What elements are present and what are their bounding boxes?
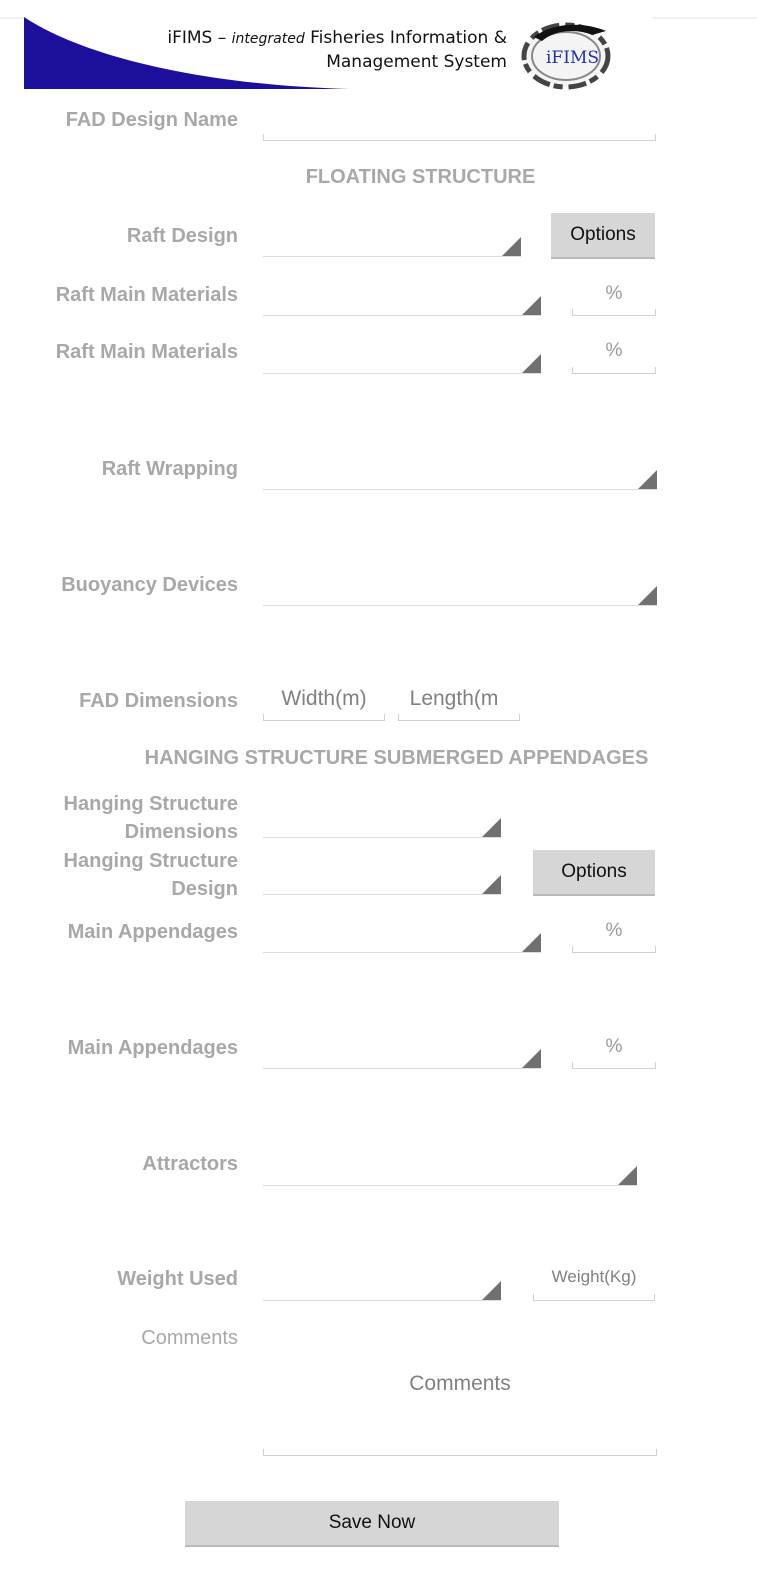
dropdown-arrow-icon [502,237,521,256]
main-appendages-1-percent-input[interactable] [572,946,656,953]
attractors-label: Attractors [142,1153,238,1175]
weight-placeholder: Weight(Kg) [551,1267,637,1286]
hanging-structure-dimensions-label: Hanging Structure Dimensions [63,793,238,843]
comments-label: Comments [141,1327,238,1349]
dropdown-arrow-icon [618,1166,637,1185]
dropdown-arrow-icon [482,1281,501,1300]
fad-design-name-input[interactable] [263,134,656,141]
raft-main-materials-2-label: Raft Main Materials [55,341,238,363]
raft-design-dropdown[interactable] [263,237,521,257]
raft-wrapping-label: Raft Wrapping [101,458,238,480]
raft-main-materials-1-percent-input[interactable] [572,309,656,316]
hanging-structure-dimensions-dropdown[interactable] [263,818,501,838]
width-input[interactable] [263,714,385,721]
raft-main-materials-1-dropdown[interactable] [263,296,541,316]
weight-used-label: Weight Used [117,1268,238,1290]
svg-text:iFIMS: iFIMS [546,48,599,68]
dropdown-arrow-icon [522,1049,541,1068]
buoyancy-devices-label: Buoyancy Devices [61,574,238,596]
ifims-logo: iFIMS [512,15,620,93]
raft-design-options-button[interactable]: Options [551,213,655,259]
dropdown-arrow-icon [522,354,541,373]
hanging-structure-options-button[interactable]: Options [533,850,655,896]
main-appendages-2-percent-placeholder: % [605,1036,623,1057]
main-appendages-2-percent-input[interactable] [572,1062,656,1069]
length-input[interactable] [398,714,520,721]
hanging-structure-heading: HANGING STRUCTURE SUBMERGED APPENDAGES [144,747,649,769]
save-now-button[interactable]: Save Now [185,1501,559,1547]
hanging-structure-design-dropdown[interactable] [263,875,501,895]
app-title: iFIMS – integrated Fisheries Information… [167,28,507,72]
app-banner: iFIMS – integrated Fisheries Information… [24,17,652,91]
hanging-structure-design-label: Hanging Structure Design [63,850,238,900]
dropdown-arrow-icon [522,933,541,952]
dropdown-arrow-icon [638,470,657,489]
raft-main-materials-1-percent-placeholder: % [605,283,623,304]
attractors-dropdown[interactable] [263,1166,637,1186]
weight-used-dropdown[interactable] [263,1281,501,1301]
raft-main-materials-1-label: Raft Main Materials [55,284,238,306]
raft-main-materials-2-percent-placeholder: % [605,340,623,361]
raft-main-materials-2-percent-input[interactable] [572,367,656,374]
fad-design-name-label: FAD Design Name [65,109,238,131]
floating-structure-heading: FLOATING STRUCTURE [305,166,536,188]
main-appendages-1-percent-placeholder: % [605,920,623,941]
raft-wrapping-dropdown[interactable] [263,470,657,490]
main-appendages-2-label: Main Appendages [67,1037,238,1059]
comments-input[interactable] [263,1449,657,1456]
dropdown-arrow-icon [638,586,657,605]
main-appendages-1-dropdown[interactable] [263,933,541,953]
weight-input[interactable] [533,1294,655,1301]
fad-dimensions-label: FAD Dimensions [79,690,238,712]
buoyancy-devices-dropdown[interactable] [263,586,657,606]
raft-design-label: Raft Design [126,225,238,247]
main-appendages-2-dropdown[interactable] [263,1049,541,1069]
comments-placeholder: Comments [409,1372,511,1395]
dropdown-arrow-icon [482,818,501,837]
dropdown-arrow-icon [522,296,541,315]
length-placeholder: Length(m [409,687,499,710]
width-placeholder: Width(m) [281,687,367,710]
raft-main-materials-2-dropdown[interactable] [263,354,541,374]
main-appendages-1-label: Main Appendages [67,921,238,943]
dropdown-arrow-icon [482,875,501,894]
